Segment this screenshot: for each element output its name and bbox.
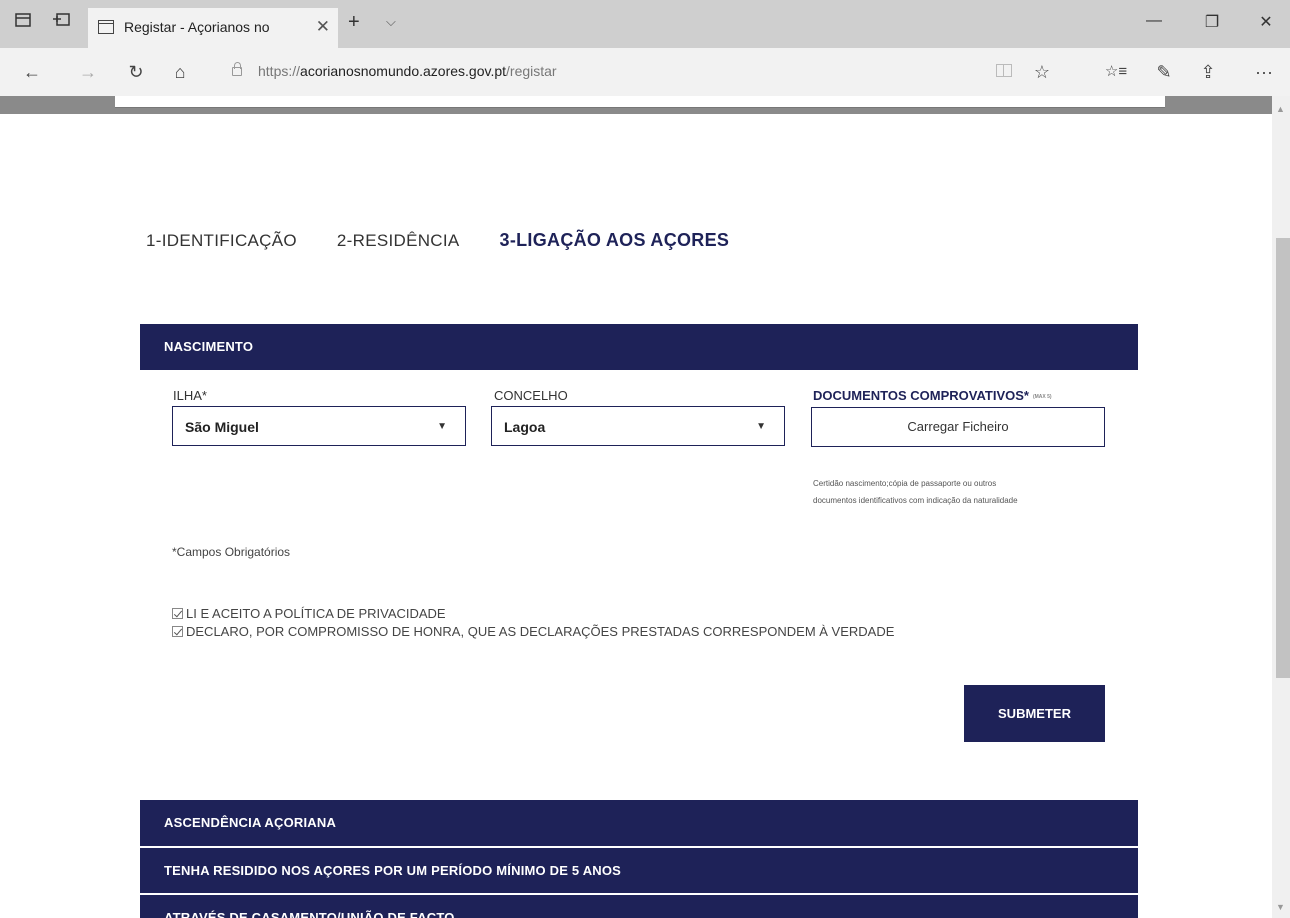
more-icon[interactable]: ··· (1252, 61, 1276, 83)
url-path: /registar (506, 63, 557, 79)
upload-file-button[interactable]: Carregar Ficheiro (811, 407, 1105, 447)
concelho-value: Lagoa (504, 419, 546, 435)
submit-button[interactable]: SUBMETER (964, 685, 1105, 742)
registration-steps: 1-IDENTIFICAÇÃO 2-RESIDÊNCIA 3-LIGAÇÃO A… (146, 230, 769, 251)
documentos-help-text: Certidão nascimento;cópia de passaporte … (813, 475, 1113, 509)
documentos-max-note: (MAX 5) (1032, 393, 1052, 400)
honor-declaration-check[interactable]: DECLARO, POR COMPROMISSO DE HONRA, QUE A… (172, 624, 894, 639)
lock-icon (232, 62, 242, 76)
documentos-label-text: DOCUMENTOS COMPROVATIVOS* (813, 388, 1029, 403)
refresh-icon[interactable]: ↻ (124, 61, 148, 83)
restore-button[interactable]: ❐ (1200, 12, 1224, 32)
back-icon[interactable]: ← (20, 61, 44, 83)
favorites-hub-icon[interactable]: ☆≡ (1104, 61, 1128, 83)
documentos-label: DOCUMENTOS COMPROVATIVOS* (MAX 5) (813, 388, 1052, 403)
ilha-select[interactable]: São Miguel ▼ (172, 406, 466, 446)
set-aside-tabs-icon[interactable] (12, 12, 34, 34)
minimize-button[interactable]: — (1142, 12, 1166, 30)
declaration-check-label: DECLARO, POR COMPROMISSO DE HONRA, QUE A… (186, 624, 895, 639)
scroll-thumb[interactable] (1276, 238, 1290, 678)
concelho-select[interactable]: Lagoa ▼ (491, 406, 785, 446)
close-window-button[interactable]: ✕ (1254, 12, 1278, 32)
tab-bar: Registar - Açorianos no ✕ + ⌵ — ❐ ✕ (0, 0, 1290, 48)
header-strip-panel (115, 96, 1165, 108)
favorite-star-icon[interactable]: ☆ (1030, 61, 1054, 83)
page-icon (98, 20, 114, 34)
forward-icon[interactable]: → (76, 61, 100, 83)
active-tab[interactable]: Registar - Açorianos no ✕ (88, 8, 338, 48)
close-tab-icon[interactable]: ✕ (316, 17, 330, 37)
dropdown-arrow-icon: ▼ (756, 421, 766, 432)
step-identificacao[interactable]: 1-IDENTIFICAÇÃO (146, 231, 297, 251)
help-line: Certidão nascimento;cópia de passaporte … (813, 479, 997, 488)
page-viewport: 1-IDENTIFICAÇÃO 2-RESIDÊNCIA 3-LIGAÇÃO A… (0, 96, 1290, 918)
help-line: documentos identificativos com indicação… (813, 496, 1018, 505)
address-toolbar: ← → ↻ ⌂ https://acorianosnomundo.azores.… (0, 48, 1290, 96)
tab-list-chevron-icon[interactable]: ⌵ (386, 14, 396, 30)
reading-view-icon[interactable] (996, 64, 1012, 77)
declaration-checkbox[interactable] (172, 626, 183, 637)
privacy-checkbox[interactable] (172, 608, 183, 619)
web-notes-icon[interactable]: ✎ (1152, 61, 1176, 83)
url-field[interactable]: https://acorianosnomundo.azores.gov.pt/r… (258, 63, 557, 79)
share-icon[interactable]: ⇪ (1196, 61, 1220, 83)
page-scrollbar[interactable]: ▲ ▼ (1272, 96, 1290, 918)
scroll-up-icon[interactable]: ▲ (1276, 104, 1285, 114)
url-host: acorianosnomundo.azores.gov.pt (300, 63, 507, 79)
header-strip (0, 96, 1272, 114)
ilha-label: ILHA* (173, 388, 207, 403)
section-nascimento-header[interactable]: NASCIMENTO (140, 324, 1138, 370)
scroll-down-icon[interactable]: ▼ (1276, 902, 1285, 912)
concelho-label: CONCELHO (494, 388, 568, 403)
section-casamento-header[interactable]: ATRAVÉS DE CASAMENTO/UNIÃO DE FACTO (140, 894, 1138, 918)
step-residencia[interactable]: 2-RESIDÊNCIA (337, 231, 460, 251)
dropdown-arrow-icon: ▼ (437, 421, 447, 432)
privacy-policy-check[interactable]: LI E ACEITO A POLÍTICA DE PRIVACIDADE (172, 606, 446, 621)
section-ascendencia-header[interactable]: ASCENDÊNCIA AÇORIANA (140, 800, 1138, 846)
tab-preview-icon[interactable] (50, 12, 72, 34)
new-tab-button[interactable]: + (348, 12, 360, 32)
step-ligacao-acores[interactable]: 3-LIGAÇÃO AOS AÇORES (500, 230, 730, 251)
url-scheme: https:// (258, 63, 301, 79)
tab-title: Registar - Açorianos no (124, 19, 270, 35)
home-icon[interactable]: ⌂ (168, 61, 192, 83)
ilha-value: São Miguel (185, 419, 259, 435)
privacy-check-label: LI E ACEITO A POLÍTICA DE PRIVACIDADE (186, 606, 446, 621)
section-residencia-5-anos-header[interactable]: TENHA RESIDIDO NOS AÇORES POR UM PERÍODO… (140, 847, 1138, 893)
required-fields-note: *Campos Obrigatórios (172, 545, 291, 559)
